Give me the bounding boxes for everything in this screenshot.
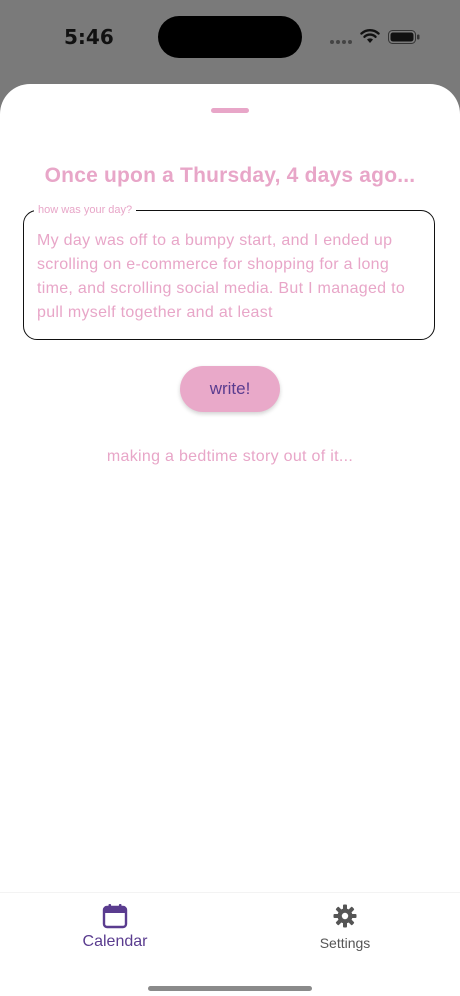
- tab-settings-label: Settings: [319, 935, 371, 951]
- sheet-grabber[interactable]: [211, 108, 249, 113]
- story-sheet: Once upon a Thursday, 4 days ago... how …: [0, 84, 460, 996]
- tab-bar: Calendar Settings: [0, 892, 460, 996]
- dynamic-island: [158, 16, 302, 58]
- diary-field-label: how was your day?: [34, 203, 137, 217]
- story-status-text: making a bedtime story out of it...: [106, 448, 354, 465]
- status-bar: 5:46: [0, 0, 460, 84]
- sheet-title: Once upon a Thursday, 4 days ago...: [44, 164, 416, 187]
- home-indicator: [148, 986, 312, 991]
- status-time: 5:46: [64, 25, 114, 49]
- diary-text-value[interactable]: My day was off to a bumpy start, and I e…: [37, 229, 425, 325]
- gear-icon: [333, 904, 357, 928]
- tab-settings[interactable]: Settings: [265, 903, 425, 963]
- diary-text-field[interactable]: how was your day? My day was off to a bu…: [23, 203, 435, 340]
- write-button[interactable]: write!: [180, 366, 280, 412]
- wifi-icon: [360, 29, 380, 43]
- cellular-signal-icon: [330, 40, 352, 44]
- calendar-icon: [102, 904, 128, 929]
- tab-calendar-label: Calendar: [82, 933, 148, 950]
- tab-calendar[interactable]: Calendar: [35, 903, 195, 963]
- battery-icon: [388, 30, 420, 44]
